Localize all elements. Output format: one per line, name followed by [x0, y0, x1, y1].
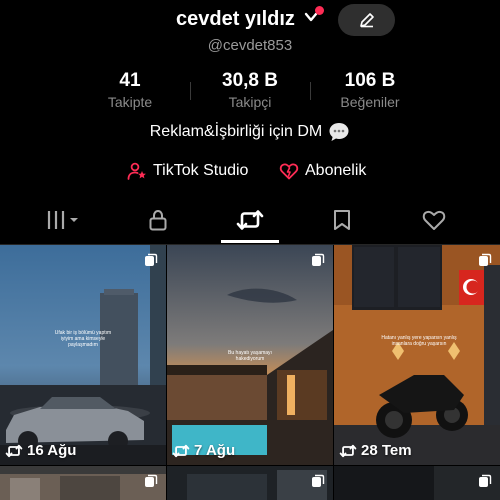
bookmark-icon — [334, 210, 350, 230]
heart-icon — [422, 210, 446, 230]
notification-dot — [315, 6, 324, 15]
video-caption: Bu hayatı yaşamayı hakediyorum — [228, 350, 272, 362]
video-thumbnail-image — [334, 466, 500, 500]
tab-reposts[interactable] — [210, 200, 290, 240]
video-caption: Ufak bir iş bölümü yaptım iyiyim ama kim… — [54, 330, 112, 348]
multi-photo-icon — [312, 474, 325, 487]
multi-photo-icon — [312, 253, 325, 266]
video-thumbnail[interactable] — [334, 466, 500, 500]
likes-label: Beğeniler — [340, 94, 400, 110]
video-thumbnail-image — [0, 466, 166, 500]
likes-count: 106 B — [344, 70, 396, 91]
profile-tabs — [0, 200, 500, 245]
video-thumbnail-image — [334, 245, 500, 465]
video-grid: Ufak bir iş bölümü yaptım iyiyim ama kim… — [0, 245, 500, 500]
video-caption: Hatanı yanlış yere yaparsın yanlış insan… — [381, 335, 457, 347]
subscription-label: Abonelik — [305, 162, 367, 179]
followers-count: 30,8 B — [222, 70, 278, 91]
repost-date: 7 Ağu — [172, 442, 235, 459]
video-thumbnail[interactable]: Hatanı yanlış yere yaparsın yanlış insan… — [334, 245, 500, 465]
repost-date-label: 16 Ağu — [27, 442, 77, 459]
followers-stat[interactable]: 30,8 B Takipçi — [190, 70, 310, 112]
profile-links: TikTok Studio Abonelik — [0, 161, 500, 183]
multi-photo-icon — [479, 474, 492, 487]
pencil-icon — [359, 13, 374, 28]
lock-icon — [149, 209, 167, 231]
repost-icon — [172, 444, 190, 457]
video-thumbnail[interactable]: Bu hayatı yaşamayı hakediyorum 7 Ağu — [167, 245, 333, 465]
following-stat[interactable]: 41 Takipte — [70, 70, 190, 112]
repost-date: 16 Ağu — [5, 442, 76, 459]
multi-photo-icon — [479, 253, 492, 266]
repost-date-label: 28 Tem — [361, 442, 412, 459]
multi-photo-icon — [145, 253, 158, 266]
video-thumbnail-image — [167, 466, 333, 500]
dropdown-caret-icon — [70, 218, 78, 222]
bio: Reklam&İşbirliği için DM — [0, 122, 500, 142]
likes-stat[interactable]: 106 B Beğeniler — [310, 70, 430, 112]
tiktok-studio-link[interactable]: TikTok Studio — [127, 161, 248, 181]
repost-date: 28 Tem — [339, 442, 412, 459]
video-thumbnail[interactable]: Ufak bir iş bölümü yaptım iyiyim ama kim… — [0, 245, 166, 465]
active-tab-indicator — [221, 240, 279, 243]
following-count: 41 — [119, 70, 141, 91]
studio-user-icon — [127, 162, 146, 180]
video-thumbnail-image — [0, 245, 166, 465]
speech-bubble-icon — [329, 123, 349, 141]
following-label: Takipte — [107, 94, 153, 110]
tiktok-studio-label: TikTok Studio — [153, 162, 249, 179]
user-handle: @cevdet853 — [207, 37, 293, 54]
tab-favorites[interactable] — [302, 200, 382, 240]
video-thumbnail[interactable] — [167, 466, 333, 500]
grid-icon — [47, 211, 78, 229]
repost-icon — [5, 444, 23, 457]
profile-stats: 41 Takipte 30,8 B Takipçi 106 B Beğenile… — [0, 70, 500, 114]
username[interactable]: cevdet yıldız — [176, 8, 295, 31]
video-thumbnail[interactable] — [0, 466, 166, 500]
multi-photo-icon — [145, 474, 158, 487]
profile-header: cevdet yıldız @cevdet853 — [0, 0, 500, 54]
edit-profile-button[interactable] — [338, 4, 395, 36]
repost-icon — [236, 210, 264, 230]
repost-date-label: 7 Ağu — [194, 442, 236, 459]
repost-icon — [339, 444, 357, 457]
followers-label: Takipçi — [228, 94, 272, 110]
tab-liked[interactable] — [394, 200, 474, 240]
tab-private[interactable] — [118, 200, 198, 240]
tab-videos[interactable] — [25, 200, 105, 240]
subscription-heart-icon — [279, 163, 299, 180]
bio-text: Reklam&İşbirliği için DM — [149, 123, 323, 140]
subscription-link[interactable]: Abonelik — [279, 161, 366, 181]
